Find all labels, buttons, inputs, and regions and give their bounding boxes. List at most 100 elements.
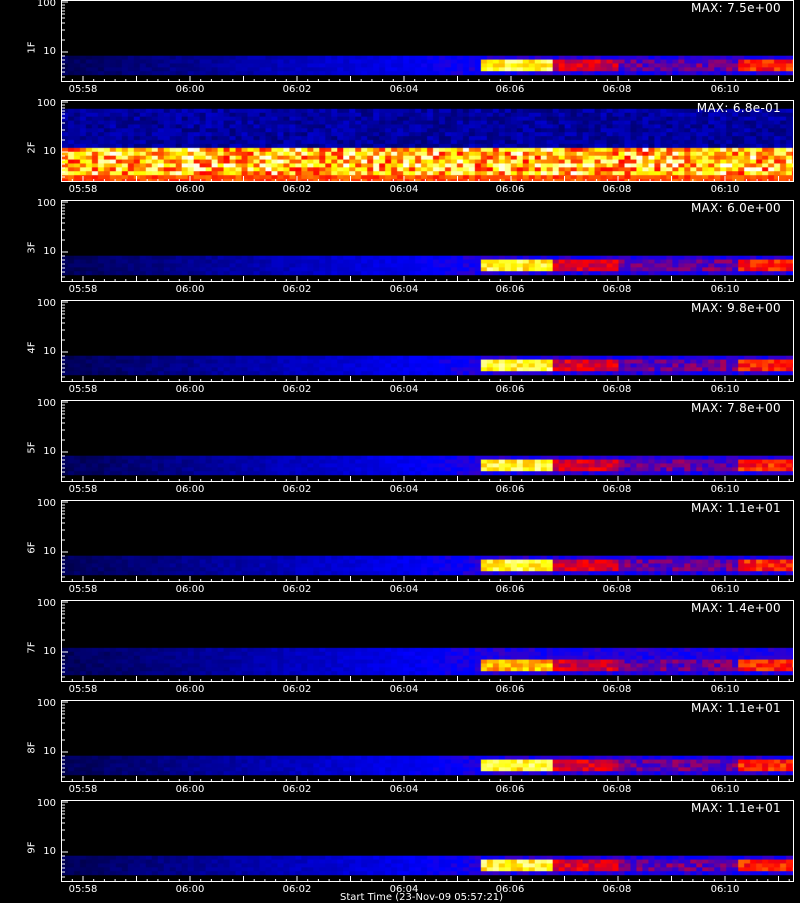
panel-6f: MAX: 1.1e+01 6F 100 10 05:58 06:00 06:02 06:04 0…	[0, 498, 800, 600]
x-tick-label: 06:04	[389, 84, 419, 95]
x-tick-label: 06:10	[710, 684, 740, 695]
x-tick-label: 06:06	[495, 784, 525, 795]
panel-2f: MAX: 6.8e-01 2F 100 10 05:58 06:00 06:02 06:04 0…	[0, 98, 800, 200]
y-tick-label: 10	[43, 446, 56, 457]
x-tick-label: 06:04	[389, 784, 419, 795]
spectrogram-heatmap	[62, 201, 793, 281]
spectrogram-plot: MAX: 1.1e+01	[61, 800, 794, 882]
panel-7f: MAX: 1.4e+00 7F 100 10 05:58 06:00 06:02 06:04 0…	[0, 598, 800, 700]
x-tick-label: 05:58	[68, 684, 98, 695]
x-tick-label: 05:58	[68, 884, 98, 895]
spectrogram-plot: MAX: 1.1e+01	[61, 700, 794, 782]
x-tick-label: 06:06	[495, 484, 525, 495]
x-tick-label: 06:04	[389, 684, 419, 695]
x-tick-label: 06:00	[175, 84, 205, 95]
x-tick-label: 06:08	[602, 784, 632, 795]
x-tick-label: 06:04	[389, 284, 419, 295]
x-axis-title: Start Time (23-Nov-09 05:57:21)	[340, 892, 504, 903]
x-tick-label: 06:06	[495, 584, 525, 595]
y-tick-label: 10	[43, 746, 56, 757]
x-tick-label: 06:02	[282, 284, 312, 295]
y-tick-label: 10	[43, 246, 56, 257]
max-value-label: MAX: 1.1e+01	[690, 801, 781, 815]
max-value-label: MAX: 1.4e+00	[690, 601, 781, 615]
x-tick-label: 06:00	[175, 284, 205, 295]
x-tick-label: 06:02	[282, 384, 312, 395]
x-tick-label: 06:06	[495, 384, 525, 395]
x-tick-label: 05:58	[68, 784, 98, 795]
x-tick-label: 06:08	[602, 184, 632, 195]
y-tick-label: 10	[43, 846, 56, 857]
x-tick-label: 06:08	[602, 384, 632, 395]
spectrogram-stack: MAX: 7.5e+00 1F 100 10 05:58 06:00 06:02 06:04 0…	[0, 0, 800, 900]
spectrogram-heatmap	[62, 501, 793, 581]
x-tick-label: 06:10	[710, 184, 740, 195]
panel-9f: MAX: 1.1e+01 9F 100 10 05:58 06:00 06:02 06:04 0…	[0, 798, 800, 900]
spectrogram-plot: MAX: 6.0e+00	[61, 200, 794, 282]
x-tick-label: 06:10	[710, 584, 740, 595]
x-tick-label: 06:10	[710, 384, 740, 395]
spectrogram-heatmap	[62, 301, 793, 381]
panel-3f: MAX: 6.0e+00 3F 100 10 05:58 06:00 06:02 06:04 0…	[0, 198, 800, 300]
y-tick-label: 100	[36, 798, 56, 809]
x-tick-label: 06:00	[175, 784, 205, 795]
x-tick-label: 05:58	[68, 584, 98, 595]
x-tick-label: 06:06	[495, 284, 525, 295]
y-tick-label: 100	[36, 698, 56, 709]
x-tick-label: 06:06	[495, 84, 525, 95]
x-tick-label: 06:06	[495, 684, 525, 695]
x-tick-label: 06:02	[282, 684, 312, 695]
x-tick-label: 06:08	[602, 684, 632, 695]
x-tick-label: 06:10	[710, 84, 740, 95]
spectrogram-heatmap	[62, 1, 793, 81]
y-tick-label: 100	[36, 498, 56, 509]
x-tick-label: 05:58	[68, 284, 98, 295]
y-tick-label: 10	[43, 646, 56, 657]
max-value-label: MAX: 6.8e-01	[696, 101, 781, 115]
x-tick-label: 06:04	[389, 184, 419, 195]
x-tick-label: 06:00	[175, 884, 205, 895]
x-tick-label: 06:02	[282, 884, 312, 895]
y-tick-label: 100	[36, 598, 56, 609]
panel-5f: MAX: 7.8e+00 5F 100 10 05:58 06:00 06:02 06:04 0…	[0, 398, 800, 500]
x-tick-label: 06:04	[389, 584, 419, 595]
x-tick-label: 06:08	[602, 484, 632, 495]
x-tick-label: 06:00	[175, 184, 205, 195]
y-tick-label: 10	[43, 46, 56, 57]
y-tick-label: 100	[36, 198, 56, 209]
x-tick-label: 06:04	[389, 484, 419, 495]
x-tick-label: 06:00	[175, 684, 205, 695]
max-value-label: MAX: 6.0e+00	[690, 201, 781, 215]
x-tick-label: 05:58	[68, 484, 98, 495]
x-tick-label: 06:02	[282, 584, 312, 595]
x-tick-label: 06:08	[602, 884, 632, 895]
x-tick-label: 06:00	[175, 384, 205, 395]
spectrogram-heatmap	[62, 101, 793, 181]
x-tick-label: 06:08	[602, 584, 632, 595]
x-tick-label: 06:04	[389, 384, 419, 395]
x-tick-label: 06:10	[710, 884, 740, 895]
x-tick-label: 05:58	[68, 84, 98, 95]
x-tick-label: 05:58	[68, 184, 98, 195]
x-tick-label: 06:02	[282, 484, 312, 495]
max-value-label: MAX: 1.1e+01	[690, 701, 781, 715]
x-tick-label: 06:08	[602, 284, 632, 295]
spectrogram-plot: MAX: 7.8e+00	[61, 400, 794, 482]
x-tick-label: 06:08	[602, 84, 632, 95]
max-value-label: MAX: 9.8e+00	[690, 301, 781, 315]
x-tick-label: 06:10	[710, 784, 740, 795]
x-tick-label: 06:02	[282, 184, 312, 195]
x-tick-label: 06:00	[175, 484, 205, 495]
x-tick-label: 06:02	[282, 84, 312, 95]
x-tick-label: 05:58	[68, 384, 98, 395]
panel-8f: MAX: 1.1e+01 8F 100 10 05:58 06:00 06:02 06:04 0…	[0, 698, 800, 800]
spectrogram-plot: MAX: 9.8e+00	[61, 300, 794, 382]
spectrogram-heatmap	[62, 601, 793, 681]
spectrogram-plot: MAX: 6.8e-01	[61, 100, 794, 182]
spectrogram-heatmap	[62, 701, 793, 781]
spectrogram-plot: MAX: 7.5e+00	[61, 0, 794, 82]
y-tick-label: 10	[43, 146, 56, 157]
x-tick-label: 06:06	[495, 184, 525, 195]
y-tick-label: 100	[36, 398, 56, 409]
y-tick-label: 100	[36, 0, 56, 9]
